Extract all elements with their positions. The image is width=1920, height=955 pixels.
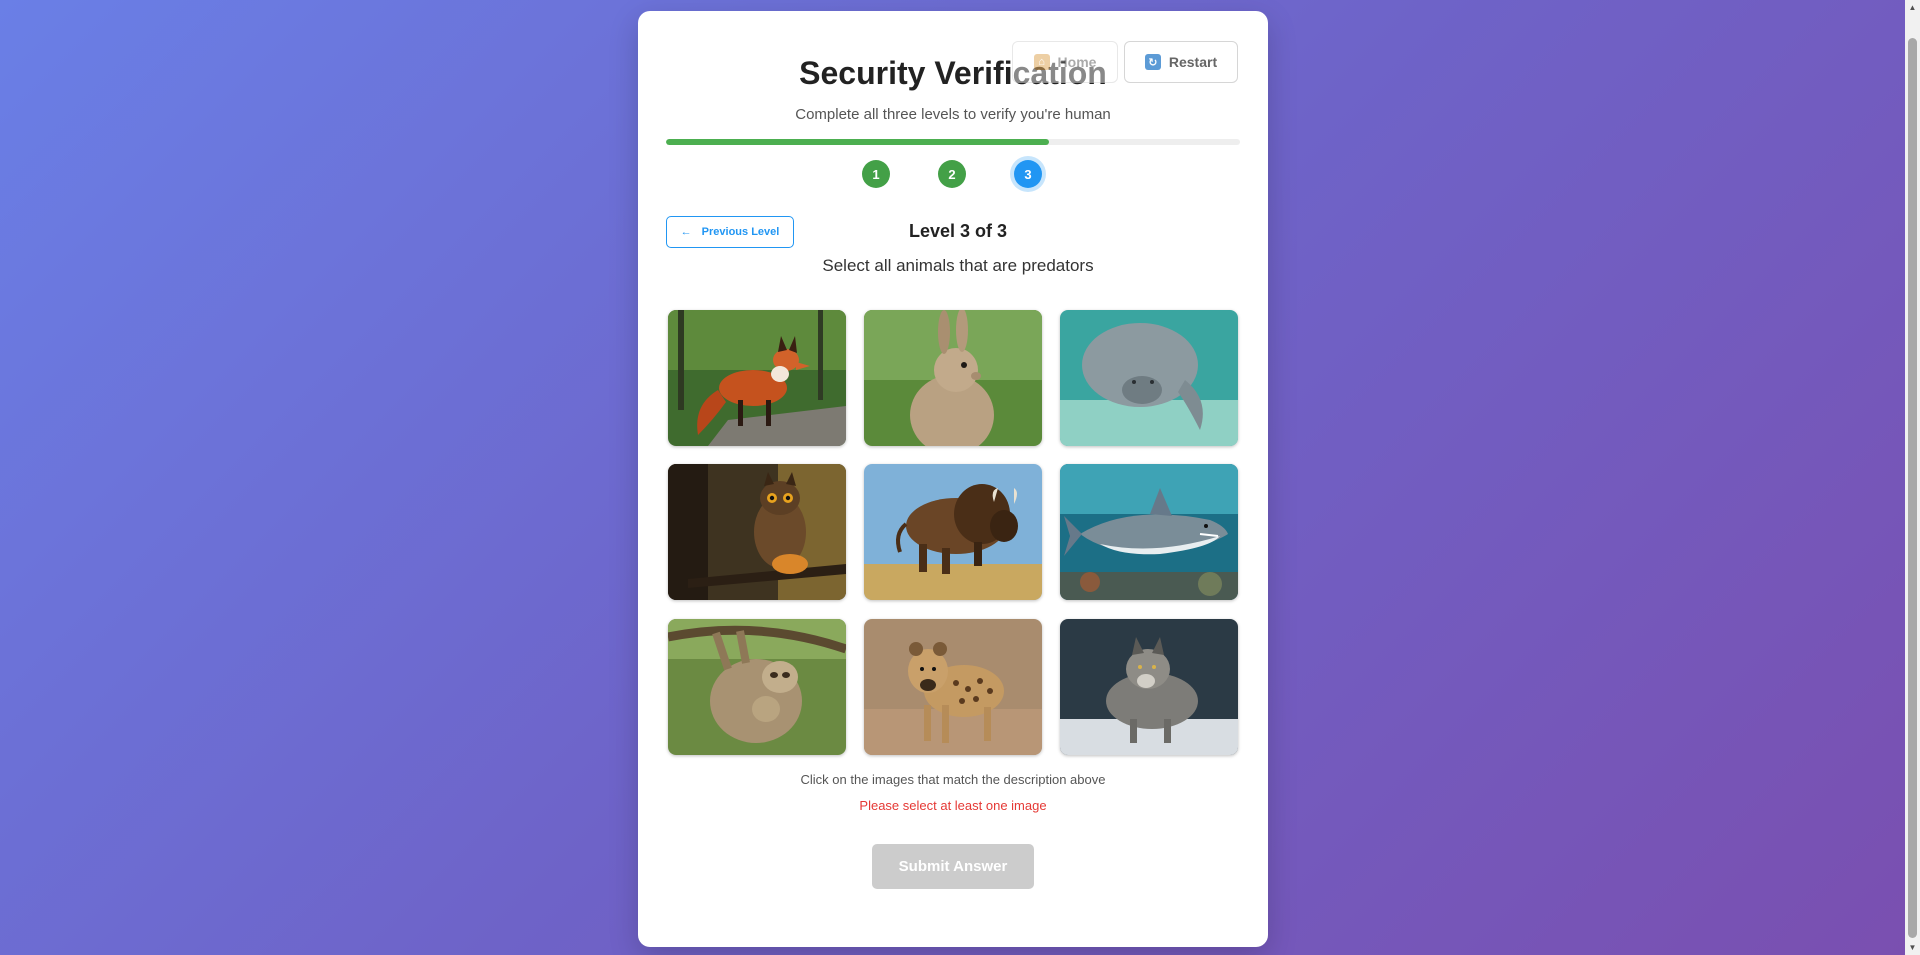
home-button[interactable]: ⌂ Home bbox=[1012, 41, 1118, 83]
progress-fill bbox=[666, 139, 1049, 145]
scroll-down-arrow-icon[interactable]: ▼ bbox=[1905, 940, 1920, 955]
image-tile-manatee[interactable] bbox=[1060, 310, 1238, 446]
image-tile-wolf[interactable] bbox=[1060, 619, 1238, 755]
bison-image bbox=[864, 464, 1042, 600]
submit-answer-button[interactable]: Submit Answer bbox=[872, 844, 1034, 889]
page-scrollbar[interactable]: ▲ ▼ bbox=[1905, 0, 1920, 955]
shark-image bbox=[1060, 464, 1238, 600]
level-heading: Level 3 of 3 bbox=[638, 221, 1278, 242]
restart-icon: ↻ bbox=[1144, 54, 1161, 70]
step-3-indicator: 3 bbox=[1014, 160, 1042, 188]
restart-button[interactable]: ↻ Restart bbox=[1124, 41, 1238, 83]
step-2-indicator: 2 bbox=[938, 160, 966, 188]
sloth-image bbox=[668, 619, 846, 755]
fox-image bbox=[668, 310, 846, 446]
verification-card: Security Verification ⌂ Home ↻ Restart C… bbox=[638, 11, 1268, 947]
image-grid bbox=[668, 310, 1238, 764]
image-tile-shark[interactable] bbox=[1060, 464, 1238, 600]
home-icon: ⌂ bbox=[1033, 54, 1050, 70]
level-instruction-text: Select all animals that are predators bbox=[822, 256, 1094, 275]
scrollbar-thumb[interactable] bbox=[1908, 38, 1917, 938]
selection-hint: Click on the images that match the descr… bbox=[800, 772, 1106, 787]
scroll-up-arrow-icon[interactable]: ▲ bbox=[1905, 0, 1920, 15]
rabbit-image bbox=[864, 310, 1042, 446]
wolf-image bbox=[1060, 619, 1238, 755]
image-tile-owl[interactable] bbox=[668, 464, 846, 600]
progress-bar bbox=[666, 139, 1240, 145]
image-tile-hyena[interactable] bbox=[864, 619, 1042, 755]
level-instruction: Select all animals that are predators bbox=[638, 256, 1278, 276]
image-tile-fox[interactable] bbox=[668, 310, 846, 446]
level-heading-text: Level 3 of 3 bbox=[908, 221, 1008, 241]
error-message: Please select at least one image bbox=[859, 798, 1047, 813]
step-1-indicator: 1 bbox=[862, 160, 890, 188]
owl-image bbox=[668, 464, 846, 600]
restart-button-label: Restart bbox=[1168, 54, 1218, 70]
page-subtitle: Complete all three levels to verify you'… bbox=[795, 106, 1111, 123]
image-tile-bison[interactable] bbox=[864, 464, 1042, 600]
home-button-label: Home bbox=[1057, 54, 1097, 70]
image-tile-sloth[interactable] bbox=[668, 619, 846, 755]
hyena-image bbox=[864, 619, 1042, 755]
image-tile-rabbit[interactable] bbox=[864, 310, 1042, 446]
manatee-image bbox=[1060, 310, 1238, 446]
